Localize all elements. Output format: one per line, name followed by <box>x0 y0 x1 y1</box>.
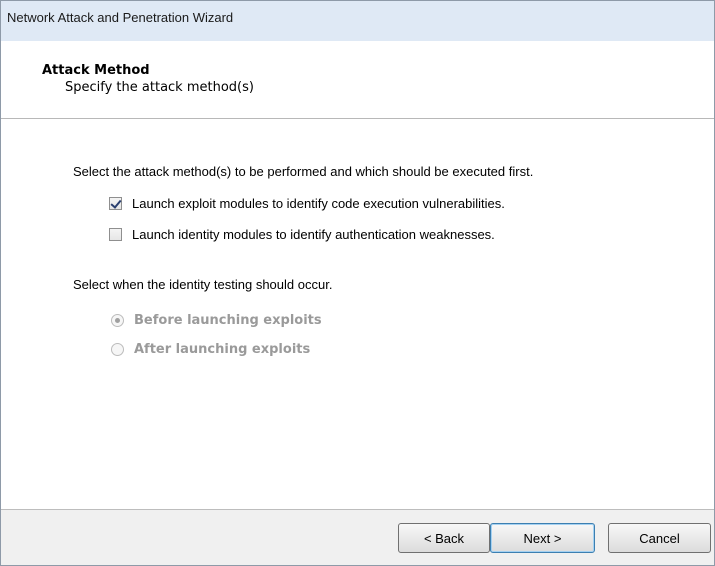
before-exploits-label[interactable]: Before launching exploits <box>134 313 322 328</box>
attack-method-instruction: Select the attack method(s) to be perfor… <box>73 164 534 179</box>
identity-timing-instruction: Select when the identity testing should … <box>73 277 333 292</box>
exploit-modules-label[interactable]: Launch exploit modules to identify code … <box>132 196 505 211</box>
after-exploits-option[interactable]: After launching exploits <box>111 342 310 357</box>
title-bar[interactable]: Network Attack and Penetration Wizard <box>1 1 714 42</box>
before-exploits-option[interactable]: Before launching exploits <box>111 313 322 328</box>
wizard-window: Network Attack and Penetration Wizard At… <box>0 0 715 566</box>
back-button[interactable]: < Back <box>398 523 490 553</box>
window-title: Network Attack and Penetration Wizard <box>7 10 234 25</box>
before-exploits-radio[interactable] <box>111 314 124 327</box>
after-exploits-label[interactable]: After launching exploits <box>134 342 310 357</box>
page-title: Attack Method <box>42 63 150 78</box>
wizard-header: Attack Method Specify the attack method(… <box>1 41 714 119</box>
identity-modules-checkbox[interactable] <box>109 228 122 241</box>
cancel-button[interactable]: Cancel <box>608 523 711 553</box>
identity-modules-option[interactable]: Launch identity modules to identify auth… <box>109 227 495 242</box>
wizard-footer: < Back Next > Cancel <box>1 510 714 565</box>
after-exploits-radio[interactable] <box>111 343 124 356</box>
wizard-body: Select the attack method(s) to be perfor… <box>1 119 714 510</box>
next-button[interactable]: Next > <box>490 523 595 553</box>
identity-modules-label[interactable]: Launch identity modules to identify auth… <box>132 227 495 242</box>
page-subtitle: Specify the attack method(s) <box>65 80 254 95</box>
exploit-modules-option[interactable]: Launch exploit modules to identify code … <box>109 196 505 211</box>
exploit-modules-checkbox[interactable] <box>109 197 122 210</box>
